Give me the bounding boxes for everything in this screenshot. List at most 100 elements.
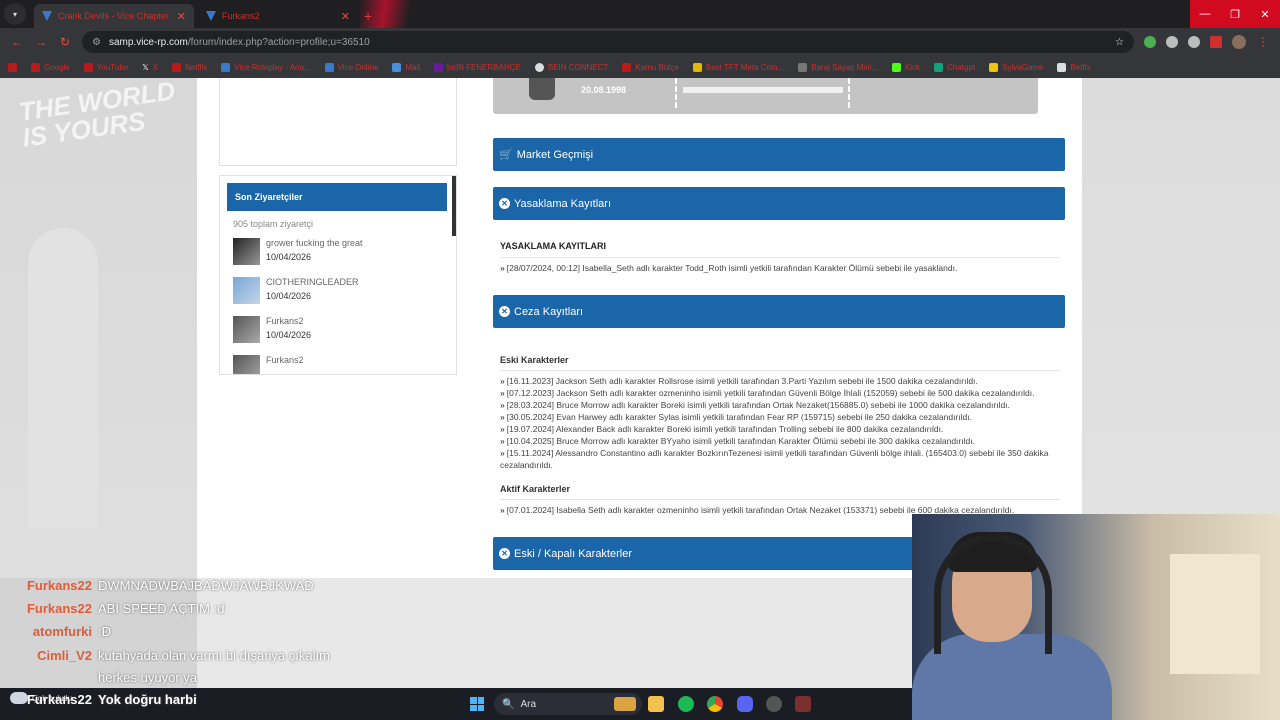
visitor-name[interactable]: CIOTHERINGLEADER: [266, 277, 359, 287]
vice-favicon-icon: [42, 11, 52, 21]
visitor-name[interactable]: Furkans2: [266, 316, 311, 326]
bookmark-item[interactable]: Best TFT Meta Com...: [692, 62, 784, 72]
penalty-entry: » [30.05.2024] Evan Harwey adlı karakter …: [500, 412, 972, 422]
bookmark-item[interactable]: Kick: [891, 62, 920, 72]
spotify-icon[interactable]: [678, 696, 694, 712]
taskbar-search[interactable]: 🔍 Ara: [494, 693, 642, 715]
double-chevron-icon: »: [500, 400, 505, 410]
visitors-total: 905 toplam ziyaretçi: [233, 219, 314, 229]
close-tab-icon[interactable]: ✕: [177, 10, 186, 23]
bookmark-item[interactable]: beIN FENERBAHÇE: [434, 62, 521, 72]
chat-message: Furkans22 Yok doğru harbi: [0, 692, 197, 707]
bein-icon: [434, 62, 444, 72]
url-input[interactable]: ⚙ samp.vice-rp.com/forum/index.php?actio…: [82, 31, 1134, 53]
penalty-records-header[interactable]: ✕ Ceza Kayıtları: [493, 295, 1065, 328]
extension-circle-icon[interactable]: [1166, 36, 1178, 48]
browser-menu-icon[interactable]: ⋮: [1256, 35, 1270, 49]
visitor-date: 10/04/2026: [266, 291, 312, 301]
search-highlight-icon: [614, 697, 636, 711]
bein-connect-icon: [534, 62, 544, 72]
close-tab-icon[interactable]: ✕: [341, 10, 350, 23]
chat-text: herkes uyuyor ya: [98, 670, 197, 685]
tab-search-icon[interactable]: ▾: [4, 3, 26, 25]
profile-avatar-icon[interactable]: [1232, 35, 1246, 49]
penalty-entry: » [15.11.2024] Alessandro Constantino adl…: [500, 448, 1049, 470]
visitors-scrollbar[interactable]: [452, 176, 456, 236]
divider: [848, 78, 850, 108]
character-figure-icon: [529, 78, 555, 100]
extensions-puzzle-icon[interactable]: [1210, 36, 1222, 48]
chat-message: Furkans22 DWMNADWBAJBADWJAWBJKWAD: [0, 578, 314, 593]
tab-furkans2[interactable]: Furkans2 ✕: [198, 4, 358, 28]
tab-vice-chapter[interactable]: Crank Devils - Vice Chapter - ... ✕: [34, 4, 194, 28]
ban-entry: » [28/07/2024, 00:12] Isabella_Seth adlı …: [500, 263, 958, 273]
penalty-list-old: » [16.11.2023] Jackson Seth adlı karakter…: [500, 375, 1060, 471]
divider: [500, 257, 1060, 258]
recent-visitors-panel: Son Ziyaretçiler 905 toplam ziyaretçi gr…: [219, 175, 457, 375]
bookmark-item[interactable]: Netflix: [172, 62, 207, 72]
profile-card: [219, 78, 457, 166]
avatar[interactable]: [233, 355, 260, 374]
bookmark-item[interactable]: Vice Online: [324, 62, 378, 72]
bookmark-icon: [622, 62, 632, 72]
visitor-name[interactable]: Furkans2: [266, 355, 304, 365]
game-app-icon[interactable]: [795, 696, 811, 712]
visitor-name[interactable]: grower fucking the great: [266, 238, 363, 248]
double-chevron-icon: »: [500, 424, 505, 434]
visitor-item[interactable]: Furkans2: [233, 355, 456, 374]
sylvagame-icon: [989, 62, 999, 72]
bookmark-item[interactable]: Google: [31, 62, 70, 72]
bookmark-item[interactable]: Vice Roleplay - Ana...: [221, 62, 311, 72]
bookmarks-bar: Google YouTube 𝕏X Netflix Vice Roleplay …: [0, 56, 1280, 78]
visitor-item[interactable]: grower fucking the great 10/04/2026: [233, 238, 456, 268]
kick-icon: [891, 62, 901, 72]
windows-start-icon[interactable]: [470, 697, 484, 711]
chat-text: DWMNADWBAJBADWJAWBJKWAD: [98, 578, 314, 593]
ban-records-header[interactable]: ✕ Yasaklama Kayıtları: [493, 187, 1065, 220]
avatar[interactable]: [233, 316, 260, 343]
close-window-icon[interactable]: ✕: [1250, 0, 1280, 28]
reload-icon[interactable]: ↻: [58, 35, 72, 49]
visitors-header: Son Ziyaretçiler: [227, 183, 447, 211]
bookmark-item[interactable]: YouTube: [83, 62, 128, 72]
panel-title: Market Geçmişi: [516, 148, 594, 161]
avatar[interactable]: [233, 238, 260, 265]
bookmark-star-icon[interactable]: ☆: [1115, 37, 1124, 48]
visitor-item[interactable]: CIOTHERINGLEADER 10/04/2026: [233, 277, 456, 307]
restore-icon[interactable]: ❐: [1220, 0, 1250, 28]
background-shelf: [1170, 554, 1260, 674]
avatar[interactable]: [233, 277, 260, 304]
bookmark-item[interactable]: Mail: [392, 62, 420, 72]
discord-icon[interactable]: [737, 696, 753, 712]
extension-gear-icon[interactable]: [1188, 36, 1200, 48]
browser-tab-bar: ▾ Crank Devils - Vice Chapter - ... ✕ Fu…: [0, 0, 1280, 28]
apps-grid-icon[interactable]: [8, 62, 17, 72]
birth-date: 20.08.1998: [581, 85, 627, 95]
search-icon: 🔍: [502, 698, 515, 710]
market-history-header[interactable]: 🛒 Market Geçmişi: [493, 138, 1065, 171]
back-icon[interactable]: ←: [10, 35, 24, 49]
character-strip: 20.08.1998: [493, 78, 1038, 114]
chat-message: atomfurki:D: [0, 624, 111, 639]
obs-icon[interactable]: [766, 696, 782, 712]
bookmark-item[interactable]: 𝕏X: [142, 63, 158, 72]
netflix-icon: [172, 62, 182, 72]
progress-bar: [683, 87, 843, 93]
divider: [675, 78, 677, 108]
site-info-icon[interactable]: ⚙: [92, 37, 101, 48]
close-circle-icon: ✕: [499, 198, 510, 209]
bookmark-item[interactable]: BEIN CONNECT: [534, 62, 608, 72]
visitor-item[interactable]: Furkans2 10/04/2026: [233, 316, 456, 346]
chatgpt-icon: [934, 62, 944, 72]
bookmark-item[interactable]: Baraj Sayaç Mini...: [798, 62, 878, 72]
forward-icon[interactable]: →: [34, 35, 48, 49]
bookmark-item[interactable]: Kamu Bütçe: [622, 62, 679, 72]
bookmark-item[interactable]: Betfix: [1057, 62, 1091, 72]
file-explorer-icon[interactable]: [648, 696, 664, 712]
extension-shield-icon[interactable]: [1144, 36, 1156, 48]
chrome-icon[interactable]: [707, 696, 723, 712]
bookmark-item[interactable]: Chatgpt: [934, 62, 975, 72]
bookmark-item[interactable]: SylvaGame: [989, 62, 1043, 72]
chat-username: Furkans22: [26, 601, 92, 616]
minimize-icon[interactable]: —: [1190, 0, 1220, 28]
